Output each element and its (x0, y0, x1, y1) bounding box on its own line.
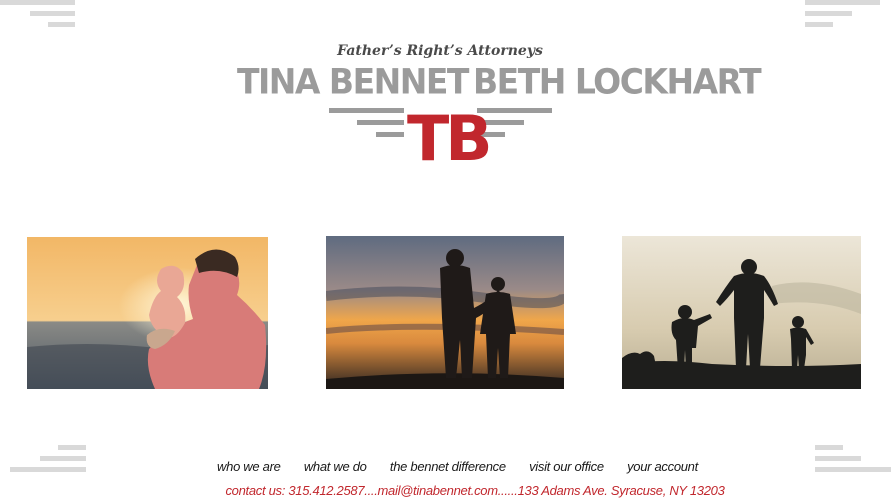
contact-line: contact us: 315.412.2587....mail@tinaben… (225, 483, 725, 498)
nav-visit-our-office[interactable]: visit our office (529, 459, 604, 474)
nav-the-bennet-difference[interactable]: the bennet difference (390, 459, 506, 474)
attorney-name-right: BETH LOCKHART (473, 61, 762, 102)
nav-who-we-are[interactable]: who we are (217, 459, 281, 474)
nav-your-account[interactable]: your account (627, 459, 698, 474)
logo-monogram: TB (407, 102, 493, 175)
photo-father-child-beach (27, 237, 268, 389)
tagline: Father’s Right’s Attorneys (337, 43, 543, 59)
attorney-name-left: TINA BENNET (237, 61, 469, 102)
nav-what-we-do[interactable]: what we do (304, 459, 367, 474)
photo-father-children-hill (622, 236, 861, 389)
photo-father-son-silhouette (326, 236, 564, 389)
main-nav: who we are what we do the bennet differe… (0, 459, 891, 474)
